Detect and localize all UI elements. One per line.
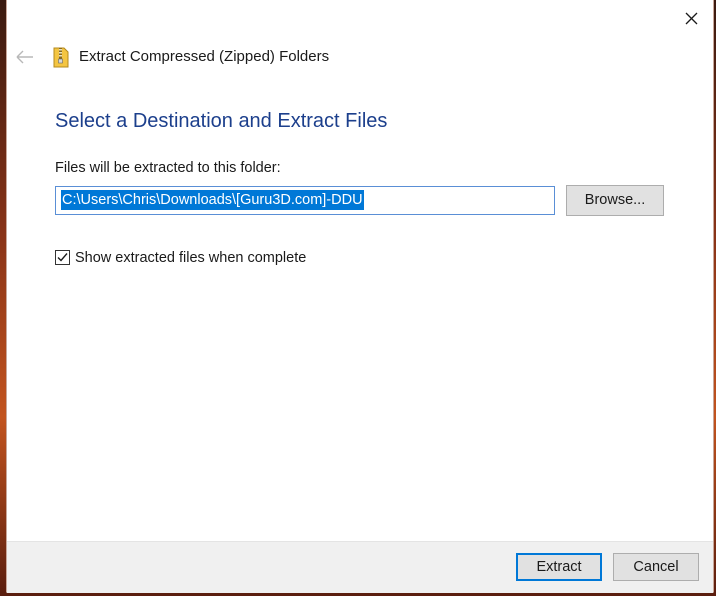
destination-label: Files will be extracted to this folder: — [55, 160, 281, 176]
extract-dialog: Extract Compressed (Zipped) Folders Sele… — [6, 0, 714, 593]
zip-folder-icon — [53, 46, 69, 68]
destination-path-value: C:\Users\Chris\Downloads\[Guru3D.com]-DD… — [61, 190, 364, 210]
window-title: Extract Compressed (Zipped) Folders — [79, 48, 330, 65]
destination-path-input[interactable]: C:\Users\Chris\Downloads\[Guru3D.com]-DD… — [55, 186, 555, 215]
close-icon — [685, 12, 698, 25]
checkmark-icon — [57, 253, 68, 262]
back-button[interactable] — [14, 46, 38, 68]
dialog-footer: Extract Cancel — [7, 541, 713, 593]
page-heading: Select a Destination and Extract Files — [55, 110, 388, 132]
cancel-button[interactable]: Cancel — [613, 553, 699, 581]
close-button[interactable] — [671, 4, 711, 34]
browse-button[interactable]: Browse... — [566, 185, 664, 216]
extract-button[interactable]: Extract — [516, 553, 602, 581]
show-files-label[interactable]: Show extracted files when complete — [75, 250, 306, 266]
show-files-checkbox[interactable] — [55, 250, 70, 265]
back-arrow-icon — [16, 50, 33, 64]
